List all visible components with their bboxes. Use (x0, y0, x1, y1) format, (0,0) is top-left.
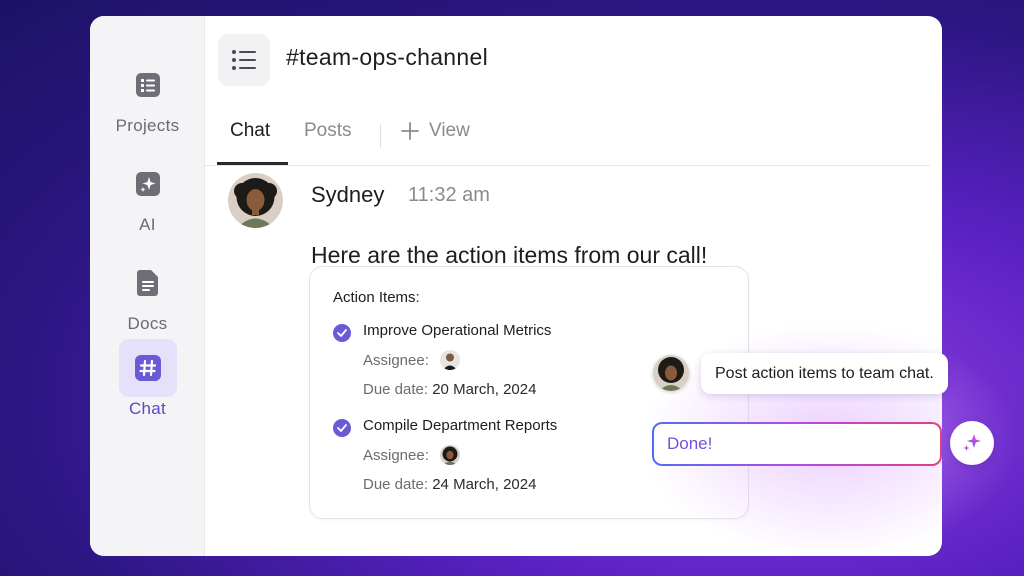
tab-add-view-label: View (429, 120, 470, 141)
sidebar-item-label: AI (139, 215, 156, 234)
user-avatar[interactable] (653, 355, 689, 391)
card-title: Action Items: (333, 289, 420, 306)
message-text: Here are the action items from our call! (311, 242, 708, 268)
ai-sparkle-button[interactable] (950, 421, 994, 465)
hash-icon (118, 339, 177, 397)
sparkle-icon (119, 155, 177, 213)
sidebar-item-label: Projects (115, 116, 180, 135)
due-date-label: Due date: (363, 381, 429, 398)
action-item-title: Compile Department Reports (363, 417, 558, 434)
sidebar-item-ai[interactable]: AI (90, 155, 205, 235)
assignee-avatar[interactable] (440, 445, 460, 465)
tab-bar: Chat Posts View (205, 106, 930, 166)
plus-icon (401, 122, 419, 140)
due-date: Due date: 20 March, 2024 (363, 381, 536, 398)
sidebar: Projects AI Docs Chat (90, 16, 205, 556)
sidebar-item-label: Chat (128, 399, 167, 418)
assignee-avatar[interactable] (440, 350, 460, 370)
tab-divider (380, 124, 381, 148)
list-icon (119, 56, 177, 114)
sidebar-item-docs[interactable]: Docs (90, 254, 205, 334)
check-icon (333, 324, 351, 342)
due-date-label: Due date: (363, 476, 429, 493)
ai-reply-field[interactable]: Done! (652, 422, 942, 466)
sidebar-item-label: Docs (127, 314, 168, 333)
due-date: Due date: 24 March, 2024 (363, 476, 536, 493)
document-icon (119, 254, 177, 312)
due-date-value: 24 March, 2024 (432, 476, 537, 493)
check-icon (333, 419, 351, 437)
sparkle-icon (963, 434, 981, 451)
menu-button[interactable] (218, 34, 270, 86)
channel-title: #team-ops-channel (286, 44, 488, 70)
tab-add-view[interactable]: View (401, 120, 470, 156)
ai-reply-text: Done! (654, 424, 940, 464)
sidebar-item-projects[interactable]: Projects (90, 56, 205, 136)
tab-posts[interactable]: Posts (304, 120, 352, 156)
channel-header: #team-ops-channel (205, 16, 942, 106)
action-item-title: Improve Operational Metrics (363, 322, 552, 339)
list-menu-icon (232, 50, 256, 70)
message-timestamp: 11:32 am (408, 184, 490, 206)
avatar[interactable] (228, 173, 283, 228)
assignee-label: Assignee: (363, 352, 429, 369)
tab-chat[interactable]: Chat (230, 120, 270, 156)
sidebar-item-chat[interactable]: Chat (90, 339, 205, 419)
due-date-value: 20 March, 2024 (432, 381, 537, 398)
message-sender[interactable]: Sydney (311, 182, 384, 208)
ai-prompt-bubble: Post action items to team chat. (701, 353, 948, 394)
active-tab-indicator (217, 162, 288, 165)
assignee-label: Assignee: (363, 447, 429, 464)
